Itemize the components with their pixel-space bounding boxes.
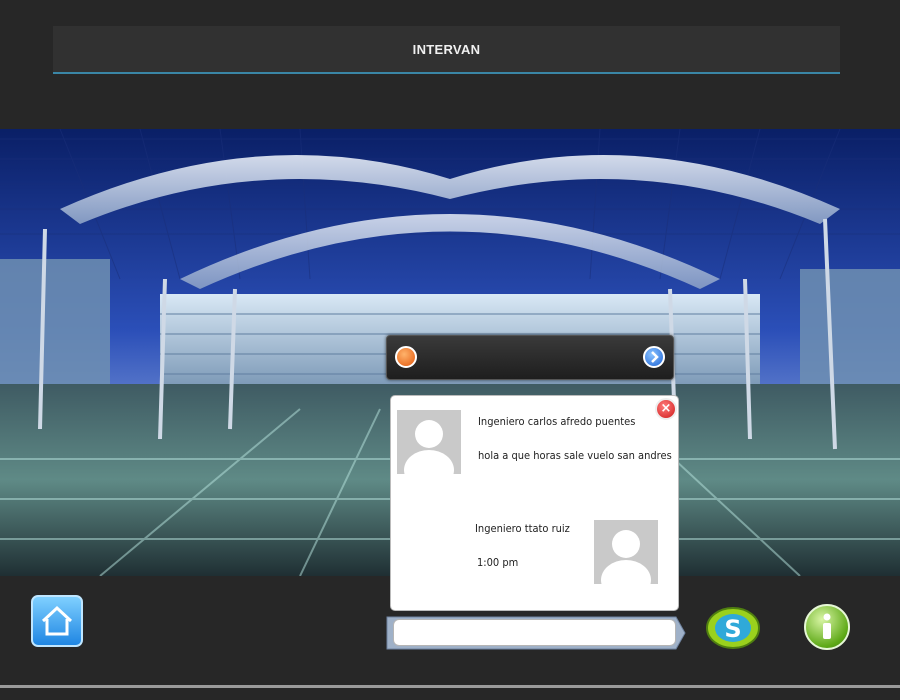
info-icon[interactable] [804,604,850,650]
bottom-divider [0,685,900,688]
skype-icon[interactable]: S [703,604,763,652]
recipient-avatar [594,520,658,584]
app-title: INTERVAN [412,41,481,57]
chat-panel: Ingeniero carlos afredo puentes hola a q… [390,395,679,611]
chevron-right-icon[interactable] [643,346,665,368]
outgoing-message-time: 1:00 pm [477,556,519,569]
home-icon[interactable] [31,595,83,647]
svg-text:S: S [724,615,741,643]
message-input[interactable] [393,619,676,646]
header-bar: INTERVAN [53,26,840,74]
outgoing-sender-name: Ingeniero ttato ruiz [475,522,570,535]
close-icon[interactable]: × [655,398,677,420]
sender-avatar [397,410,461,474]
message-slider-bar [386,335,674,380]
incoming-sender-name: Ingeniero carlos afredo puentes [478,415,636,428]
user-icon[interactable] [395,346,417,368]
message-input-container [386,615,686,651]
incoming-message-text: hola a que horas sale vuelo san andres [478,449,672,462]
